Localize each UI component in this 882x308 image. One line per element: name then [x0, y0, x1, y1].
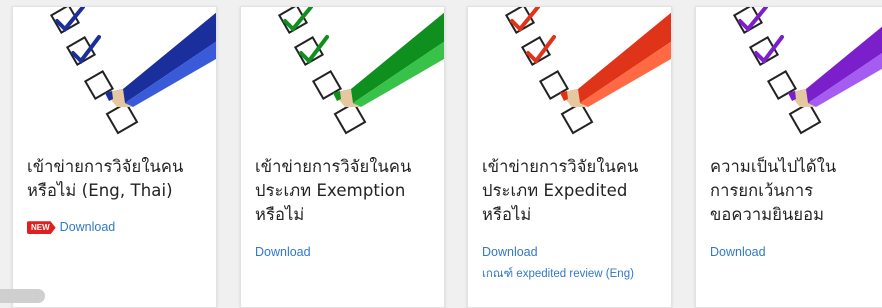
card-title: ความเป็นไปได้ใน การยกเว้นการ ขอความยินยอ…: [710, 157, 837, 224]
card-expedited-check: เข้าข่ายการวิจัยในคน ประเภท Expedited หร…: [467, 6, 672, 308]
download-link[interactable]: Download: [255, 245, 311, 259]
download-link[interactable]: NEW Download: [27, 220, 116, 235]
expedited-criteria-link[interactable]: เกณฑ์ expedited review (Eng): [482, 265, 634, 283]
card-title: เข้าข่ายการวิจัยในคน ประเภท Expedited หร…: [482, 157, 639, 224]
card-consent-waiver: ความเป็นไปได้ใน การยกเว้นการ ขอความยินยอ…: [695, 6, 882, 308]
download-link[interactable]: Download: [710, 245, 766, 259]
checklist-green-pencil-icon: [277, 7, 444, 135]
card-exemption-check: เข้าข่ายการวิจัยในคน ประเภท Exemption หร…: [240, 6, 445, 308]
scroll-thumb[interactable]: [0, 289, 45, 303]
checklist-red-pencil-icon: [504, 7, 671, 135]
card-research-check: เข้าข่ายการวิจัยในคน หรือไม่ (Eng, Thai)…: [12, 6, 217, 308]
new-badge: NEW: [27, 221, 56, 235]
checklist-blue-pencil-icon: [49, 7, 216, 135]
card-title: เข้าข่ายการวิจัยในคน ประเภท Exemption หร…: [255, 157, 412, 224]
card-title: เข้าข่ายการวิจัยในคน หรือไม่ (Eng, Thai): [27, 157, 184, 200]
download-link[interactable]: Download: [482, 245, 538, 259]
checklist-purple-pencil-icon: [732, 7, 882, 135]
download-label[interactable]: Download: [60, 220, 116, 234]
